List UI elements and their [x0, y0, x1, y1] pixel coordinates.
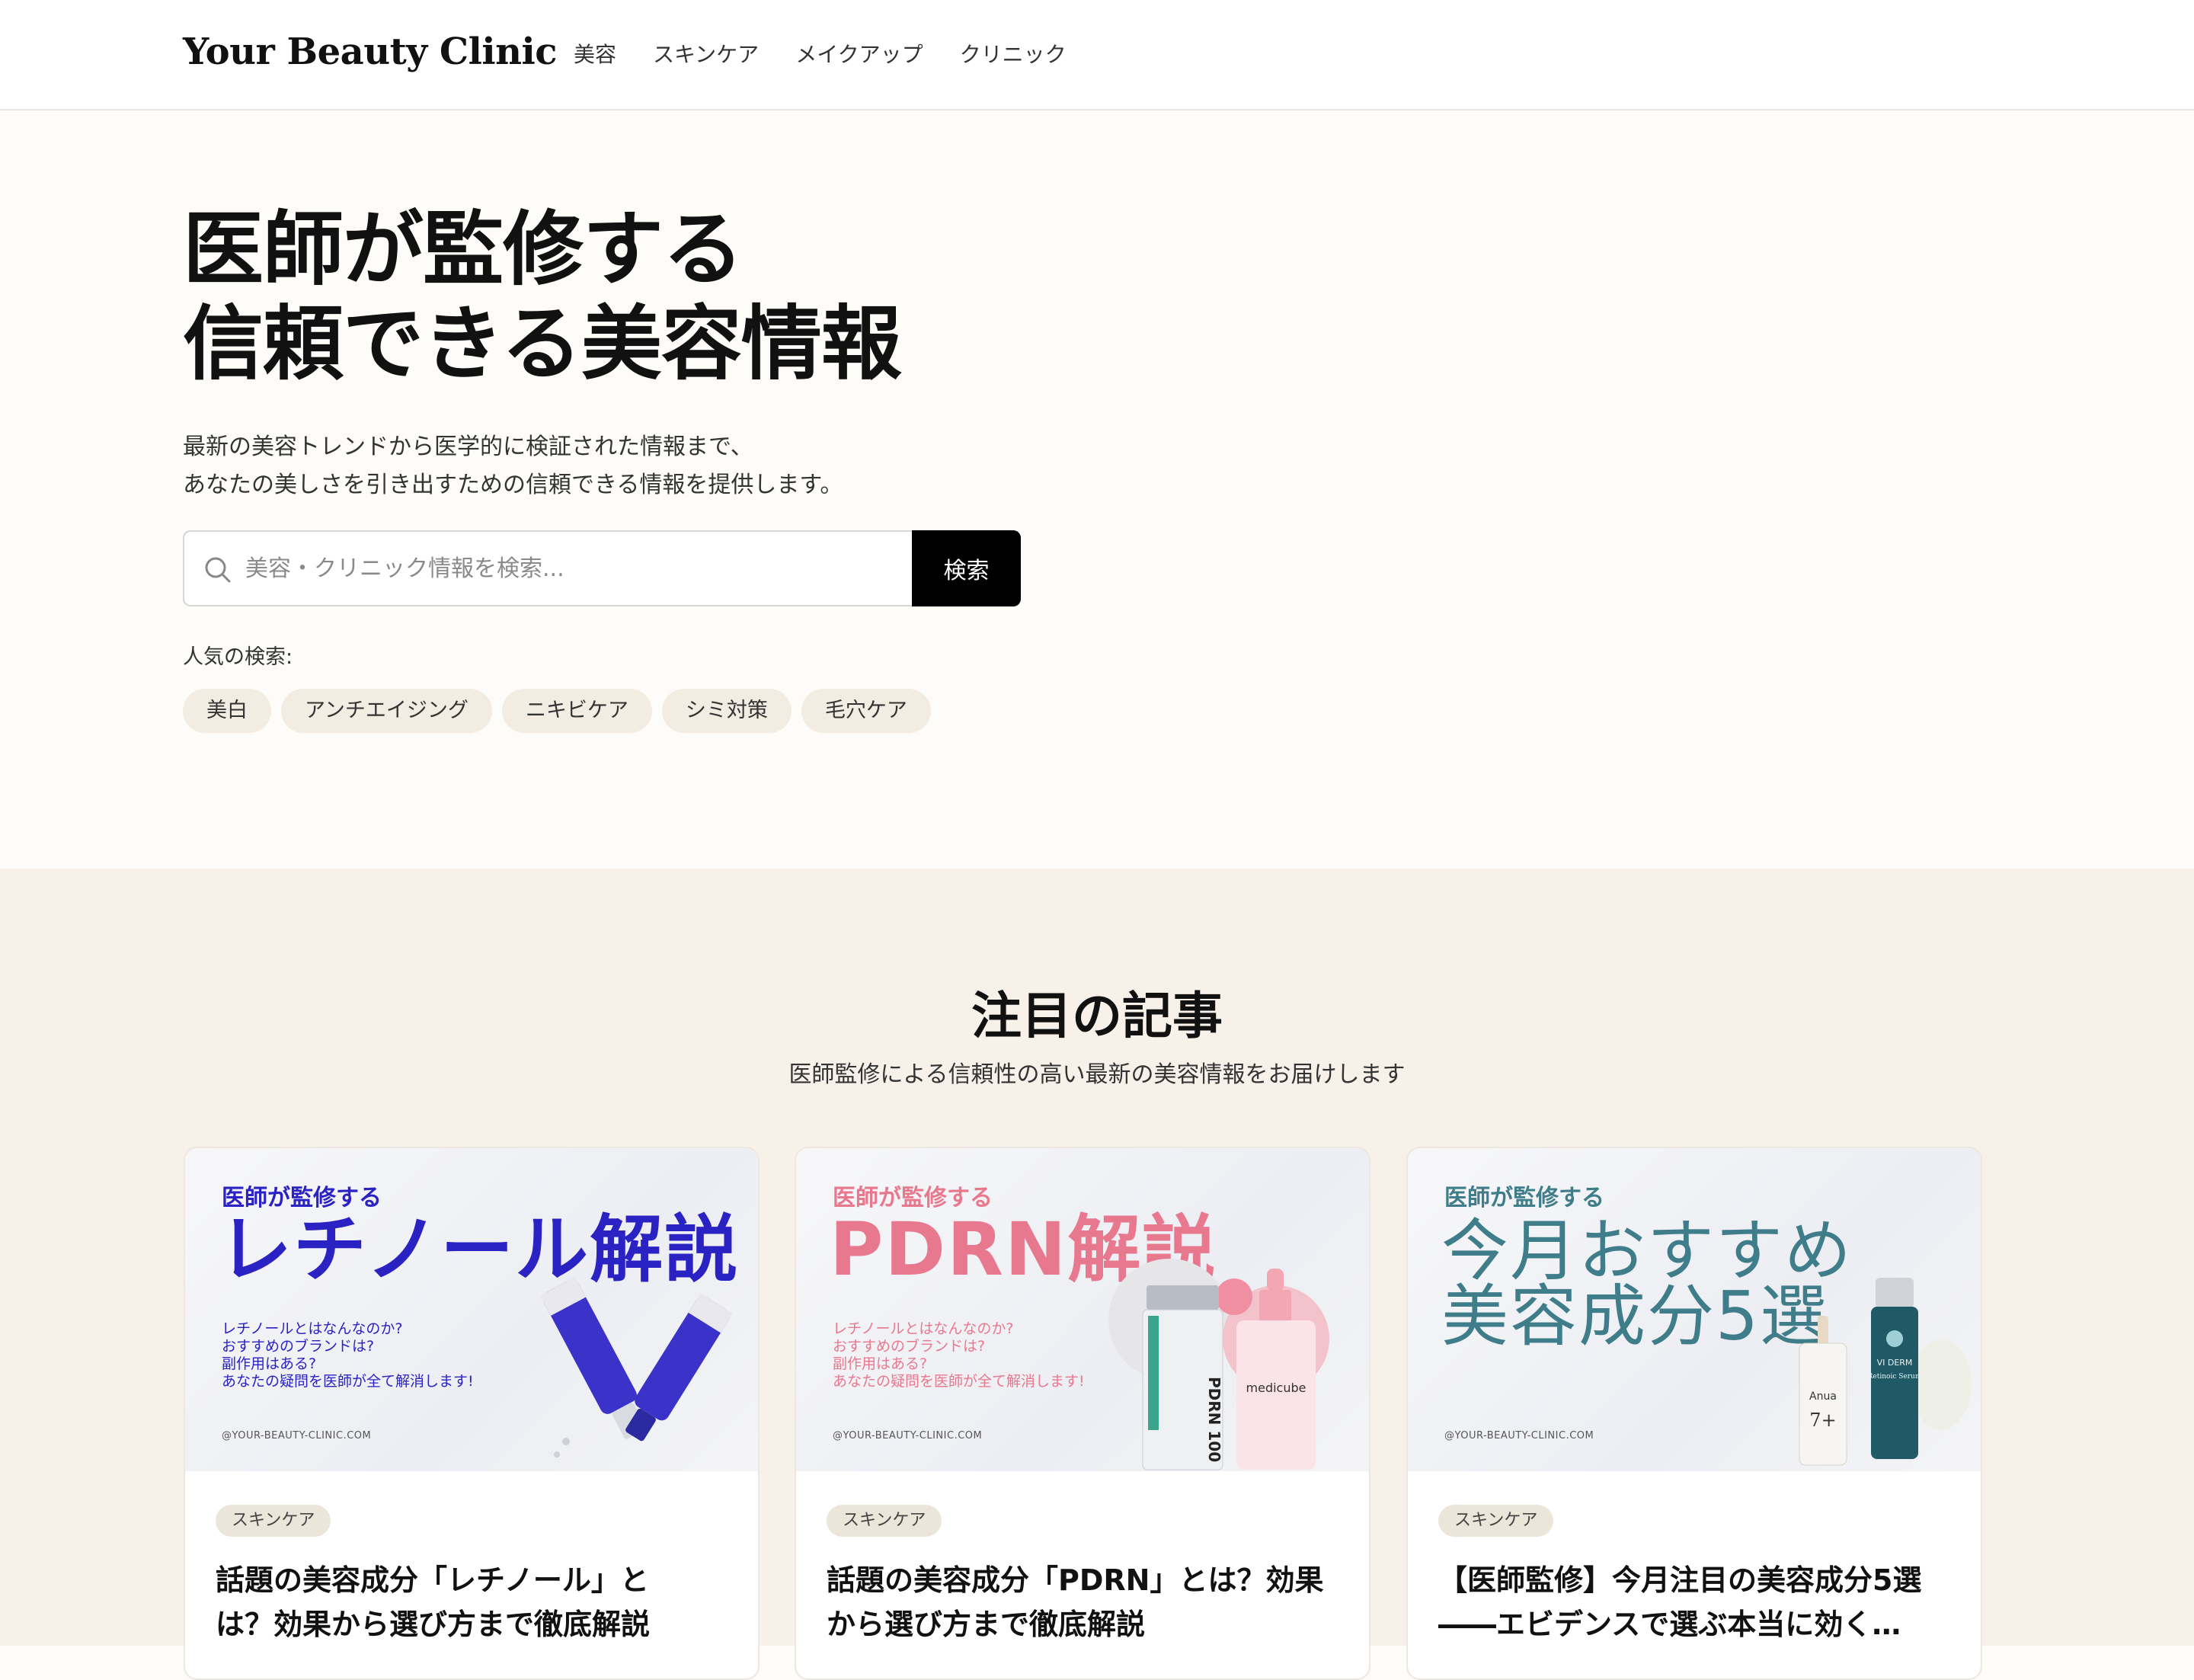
search-field-wrap	[183, 530, 912, 606]
article-title-line-2: から選び方まで徹底解説	[827, 1608, 1146, 1641]
article-title-line-1: 話題の美容成分「レチノール」と	[216, 1563, 649, 1597]
pdrn-bottle-label: PDRN 100	[1205, 1377, 1223, 1462]
section-title: 注目の記事	[971, 986, 1223, 1045]
article-card-pdrn[interactable]: 医師が監修する PDRN解説 レチノールとはなんなのか? おすすめのブランドは?…	[795, 1147, 1370, 1680]
section-subtitle: 医師監修による信頼性の高い最新の美容情報をお届けします	[788, 1061, 1406, 1088]
pdrn-bottles-illustration: PDRN 100 medicube	[1108, 1259, 1329, 1470]
nav-item-makeup[interactable]: メイクアップ	[795, 38, 923, 69]
article-category-badge[interactable]: スキンケア	[827, 1505, 942, 1537]
retinol-tubes-illustration	[539, 1277, 733, 1458]
article-thumbnail: 医師が監修する 今月おすすめ 美容成分5選 @YOUR-BEAUTY-CLINI…	[1408, 1148, 1981, 1471]
popular-tag-pore-care[interactable]: 毛穴ケア	[801, 689, 931, 733]
hero-title-line-2: 信頼できる美容情報	[183, 296, 902, 391]
popular-search-tags: 美白 アンチエイジング ニキビケア シミ対策 毛穴ケア	[183, 689, 941, 733]
thumbnail-url: @YOUR-BEAUTY-CLINIC.COM	[1444, 1430, 1594, 1442]
popular-tag-whitening[interactable]: 美白	[183, 689, 271, 733]
article-title-line-2: は？効果から選び方まで徹底解説	[216, 1608, 651, 1641]
search-bar: 検索	[183, 530, 1021, 606]
thumbnail-lines: レチノールとはなんなのか? おすすめのブランドは? 副作用はある? あなたの疑問…	[222, 1320, 474, 1390]
article-card-retinol[interactable]: 医師が監修する レチノール解説 レチノールとはなんなのか? おすすめのブランドは…	[184, 1147, 760, 1680]
viderm-serum-label: Retinoic Serum	[1868, 1373, 1922, 1381]
search-input[interactable]	[245, 532, 900, 605]
search-icon	[205, 557, 231, 583]
site-header: Your Beauty Clinic 美容 スキンケア メイクアップ クリニック	[0, 0, 2194, 110]
article-title[interactable]: 話題の美容成分「PDRN」とは？効果 から選び方まで徹底解説	[827, 1558, 1345, 1646]
thumbnail-overline: 医師が監修する	[1444, 1185, 1604, 1211]
article-thumbnail: 医師が監修する PDRN解説 レチノールとはなんなのか? おすすめのブランドは?…	[796, 1148, 1369, 1471]
hero-title-line-1: 医師が監修する	[183, 201, 744, 296]
serum-bottles-illustration: VI DERM Retinoic Serum Anua 7+	[1799, 1278, 1972, 1466]
search-button[interactable]: 検索	[912, 530, 1021, 606]
nav-item-beauty[interactable]: 美容	[574, 38, 616, 69]
thumbnail-url: @YOUR-BEAUTY-CLINIC.COM	[833, 1430, 983, 1442]
medicube-bottle-label: medicube	[1246, 1381, 1306, 1395]
article-category-badge[interactable]: スキンケア	[1438, 1505, 1554, 1537]
article-title[interactable]: 【医師監修】今月注目の美容成分5選 ――エビデンスで選ぶ本当に効く…	[1438, 1558, 1956, 1646]
popular-search-label: 人気の検索:	[183, 645, 293, 669]
thumbnail-lines: レチノールとはなんなのか? おすすめのブランドは? 副作用はある? あなたの疑問…	[833, 1320, 1085, 1390]
popular-tag-spot-care[interactable]: シミ対策	[661, 689, 792, 733]
article-title-line-1: 【医師監修】今月注目の美容成分5選	[1438, 1563, 1922, 1597]
featured-articles-section: 注目の記事 医師監修による信頼性の高い最新の美容情報をお届けします 医師が監修す…	[0, 869, 2194, 1680]
article-category-badge[interactable]: スキンケア	[216, 1505, 331, 1537]
article-thumbnail: 医師が監修する レチノール解説 レチノールとはなんなのか? おすすめのブランドは…	[185, 1148, 758, 1471]
anua-label: Anua	[1809, 1390, 1837, 1403]
nav-item-skincare[interactable]: スキンケア	[653, 38, 759, 69]
thumbnail-url: @YOUR-BEAUTY-CLINIC.COM	[222, 1430, 372, 1442]
article-title-line-2: ――エビデンスで選ぶ本当に効く…	[1438, 1608, 1901, 1641]
article-card-top5[interactable]: 医師が監修する 今月おすすめ 美容成分5選 @YOUR-BEAUTY-CLINI…	[1406, 1147, 1982, 1680]
article-title-line-1: 話題の美容成分「PDRN」とは？効果	[827, 1563, 1324, 1597]
hero-section: 医師が監修する 信頼できる美容情報 最新の美容トレンドから医学的に検証された情報…	[0, 112, 2194, 869]
nav-item-clinic[interactable]: クリニック	[960, 38, 1067, 69]
main-nav: 美容 スキンケア メイクアップ クリニック	[574, 38, 1103, 69]
popular-tag-anti-aging[interactable]: アンチエイジング	[281, 689, 492, 733]
hero-description: 最新の美容トレンドから医学的に検証された情報まで、 あなたの美しさを引き出すため…	[183, 428, 843, 504]
popular-tag-acne-care[interactable]: ニキビケア	[501, 689, 652, 733]
hero-description-line-2: あなたの美しさを引き出すための信頼できる情報を提供します。	[183, 472, 843, 498]
hero-title: 医師が監修する 信頼できる美容情報	[183, 201, 902, 391]
viderm-label: VI DERM	[1877, 1358, 1913, 1368]
article-title[interactable]: 話題の美容成分「レチノール」と は？効果から選び方まで徹底解説	[216, 1558, 734, 1646]
site-logo[interactable]: Your Beauty Clinic	[183, 30, 557, 73]
hero-description-line-1: 最新の美容トレンドから医学的に検証された情報まで、	[183, 434, 753, 460]
anua-7plus-label: 7+	[1809, 1410, 1836, 1431]
